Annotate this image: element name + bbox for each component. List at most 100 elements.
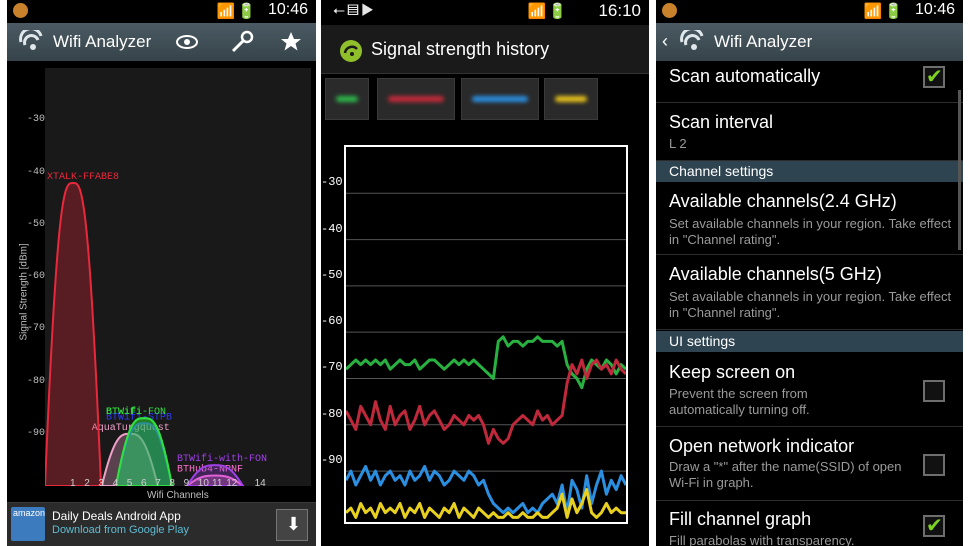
x-tick-label: 9 xyxy=(183,478,190,489)
setting-value: L 2 xyxy=(669,136,687,151)
status-icons: 📶🔋 xyxy=(216,3,258,20)
keep-screen-on-checkbox[interactable] xyxy=(923,380,945,402)
setting-fill-channel-graph[interactable]: Fill channel graph Fill parabolas with t… xyxy=(656,501,963,546)
setting-description: Prevent the screen from automatically tu… xyxy=(669,386,810,417)
history-graph-svg xyxy=(344,192,628,519)
app-title: Wifi Analyzer xyxy=(53,32,152,51)
x-tick-label: 1 xyxy=(70,478,76,489)
channel-graph: BTHub4-NPNF BTWifi-with-FON AquaTurgquest B… xyxy=(43,68,311,487)
y-tick-label: -40 xyxy=(26,166,45,178)
setting-title: Scan interval xyxy=(669,112,774,132)
download-button[interactable]: ⬇ xyxy=(276,509,308,541)
status-bar: ⭠▤▶ 📶🔋 16:10 xyxy=(321,0,649,23)
status-time: 10:46 xyxy=(267,1,308,18)
setting-title: Keep screen on xyxy=(669,362,796,382)
series-chip-yellow[interactable] xyxy=(544,78,598,120)
setting-description: Fill parabolas with transparency. xyxy=(669,533,855,546)
y-tick-label: -30 xyxy=(26,114,45,126)
network-label: BTWiFi xyxy=(106,406,142,418)
y-tick-label: -50 xyxy=(26,218,45,230)
status-time: 16:10 xyxy=(598,1,641,20)
y-tick-label: -90 xyxy=(321,453,343,468)
signal-history-screen: ⭠▤▶ 📶🔋 16:10 Signal strength history -30… xyxy=(321,0,649,546)
y-tick-label: -70 xyxy=(321,360,343,375)
notification-icon xyxy=(13,3,28,18)
ad-subtitle: Download from Google Play xyxy=(52,524,189,536)
network-parabola xyxy=(43,181,103,487)
y-tick-label: -80 xyxy=(321,406,343,421)
history-series-line xyxy=(344,335,628,390)
wifi-app-icon xyxy=(340,40,362,62)
back-chevron-icon[interactable]: ‹ xyxy=(662,31,668,52)
setting-title: Available channels(2.4 GHz) xyxy=(669,191,897,211)
notification-icon xyxy=(662,3,677,18)
status-bar: 📶🔋 10:46 xyxy=(7,0,316,23)
wifi-app-icon xyxy=(19,30,43,50)
history-series-line xyxy=(344,464,628,515)
amazon-logo: amazon xyxy=(11,507,45,541)
y-tick-label: -60 xyxy=(26,271,45,282)
ad-title: Daily Deals Android App xyxy=(52,509,181,523)
x-tick-label: 5 xyxy=(126,478,133,489)
action-bar: Wifi Analyzer xyxy=(7,23,316,61)
channel-graph-svg: BTHub4-NPNFBTWifi-with-FONAquaTurgquestB… xyxy=(43,172,267,487)
x-tick-label: 12 xyxy=(226,478,238,489)
ad-banner[interactable]: amazon Daily Deals Android App Download … xyxy=(7,502,316,546)
x-tick-label: 4 xyxy=(112,478,119,489)
title-bar: Signal strength history xyxy=(321,25,649,74)
action-bar[interactable]: ‹ Wifi Analyzer xyxy=(656,23,963,61)
setting-keep-screen-on[interactable]: Keep screen on Prevent the screen from a… xyxy=(656,353,963,427)
scan-automatically-checkbox[interactable] xyxy=(923,64,945,89)
star-icon[interactable] xyxy=(279,29,303,55)
setting-scan-automatically[interactable]: Scan automatically xyxy=(656,61,963,103)
history-graph xyxy=(344,145,628,524)
series-chip-red[interactable] xyxy=(377,78,455,120)
network-label: BTWifi-with-FON xyxy=(177,453,267,465)
setting-available-channels-24[interactable]: Available channels(2.4 GHz) Set availabl… xyxy=(656,183,963,255)
fill-channel-graph-checkbox[interactable] xyxy=(923,513,945,538)
status-left-icons: ⭠▤▶ xyxy=(333,2,377,19)
series-chip-blue[interactable] xyxy=(461,78,539,120)
network-label: XTALK-FFABE8 xyxy=(47,172,119,183)
setting-title: Fill channel graph xyxy=(669,509,812,529)
y-tick-label: -70 xyxy=(26,323,45,335)
y-tick-label: -30 xyxy=(321,175,343,190)
setting-description: Set available channels in your region. T… xyxy=(669,216,952,247)
status-time: 10:46 xyxy=(914,1,955,18)
y-tick-label: -40 xyxy=(321,221,343,236)
wifi-app-icon xyxy=(680,30,704,50)
x-tick-label: 8 xyxy=(169,478,175,489)
setting-title: Scan automatically xyxy=(669,66,821,86)
status-icons: 📶🔋 xyxy=(863,3,905,20)
settings-screen: 📶🔋 10:46 ‹ Wifi Analyzer Scan automatica… xyxy=(656,0,963,546)
download-arrow-icon: ⬇ xyxy=(286,514,302,534)
app-title: Wifi Analyzer xyxy=(714,32,813,51)
y-tick-label: -80 xyxy=(26,375,45,387)
x-tick-label: 7 xyxy=(155,478,161,489)
x-tick-label: 6 xyxy=(141,478,147,489)
y-tick-label: -60 xyxy=(321,314,343,329)
open-network-indicator-checkbox[interactable] xyxy=(923,454,945,476)
screen-title: Signal strength history xyxy=(371,39,550,59)
setting-description: Set available channels in your region. T… xyxy=(669,289,952,320)
y-tick-label: -90 xyxy=(26,427,45,439)
wifi-analyzer-channel-graph-screen: 📶🔋 10:46 Wifi Analyzer Signal Strength [… xyxy=(7,0,316,546)
scrollbar[interactable] xyxy=(958,90,961,250)
setting-open-network-indicator[interactable]: Open network indicator Draw a "*" after … xyxy=(656,427,963,501)
x-axis-title: Wifi Channels xyxy=(147,490,209,501)
eye-icon[interactable] xyxy=(175,29,199,55)
setting-available-channels-5[interactable]: Available channels(5 GHz) Set available … xyxy=(656,256,963,330)
x-tick-label: 14 xyxy=(254,478,266,489)
setting-title: Open network indicator xyxy=(669,436,855,456)
section-channel-settings: Channel settings xyxy=(656,161,963,182)
wrench-icon[interactable] xyxy=(229,29,255,55)
setting-title: Available channels(5 GHz) xyxy=(669,264,882,284)
setting-scan-interval[interactable]: Scan interval L 2 xyxy=(656,103,963,161)
y-tick-label: -50 xyxy=(321,267,343,282)
series-chip-green[interactable] xyxy=(325,78,369,120)
status-icons: 📶🔋 xyxy=(527,3,569,20)
setting-description: Draw a "*" after the name(SSID) of open … xyxy=(669,459,902,490)
status-bar: 📶🔋 10:46 xyxy=(656,0,963,23)
x-tick-label: 10 xyxy=(197,478,209,489)
x-tick-label: 3 xyxy=(98,478,104,489)
